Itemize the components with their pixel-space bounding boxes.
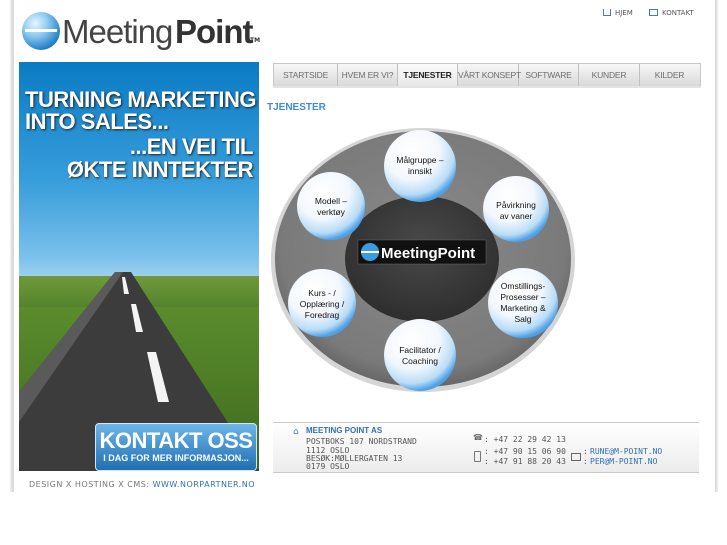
home-link-label: HJEM bbox=[615, 9, 633, 17]
node-omstillings: Omstillings- Prosesser – Marketing & Sal… bbox=[488, 268, 558, 338]
logo-trademark: TM bbox=[250, 37, 261, 44]
home-icon bbox=[603, 8, 611, 16]
phone-number: : +47 22 29 42 13 bbox=[484, 435, 566, 444]
node-pavirkning: Påvirkning av vaner bbox=[483, 176, 549, 242]
address-line1: POSTBOKS 107 NORDSTRAND bbox=[306, 437, 417, 446]
site-logo[interactable]: Meeting Point TM bbox=[22, 12, 262, 52]
company-home-icon: ⌂ bbox=[293, 427, 299, 437]
node-kurs: Kurs - / Opplæring / Foredrag bbox=[288, 269, 356, 337]
nav-shadow bbox=[273, 86, 701, 88]
email-icon bbox=[571, 453, 581, 461]
site-credit: DESIGN X HOSTING X CMS: WWW.NORPARTNER.N… bbox=[29, 480, 255, 489]
tab-hvem-er-vi[interactable]: HVEM ER VI? bbox=[338, 64, 398, 86]
node-malgruppe: Målgruppe – innsikt bbox=[384, 130, 456, 202]
center-logo-text: MeetingPoint bbox=[381, 245, 475, 262]
contact-link-label: KONTAKT bbox=[662, 9, 694, 17]
home-link[interactable]: HJEM bbox=[603, 8, 633, 17]
logo-word-point: Point bbox=[175, 13, 253, 50]
tab-startside[interactable]: STARTSIDE bbox=[274, 64, 338, 86]
mail-icon bbox=[649, 8, 658, 16]
contact-us-button-label: KONTAKT OSS bbox=[99, 428, 253, 453]
svg-text:Facilitator /: Facilitator / bbox=[399, 345, 441, 355]
svg-text:Målgruppe –: Målgruppe – bbox=[396, 155, 444, 165]
mobile-number: : +47 91 88 20 43 bbox=[484, 457, 566, 466]
tab-vart-konsept[interactable]: VÅRT KONSEPT bbox=[458, 64, 521, 86]
node-modell: Modell – verktøy bbox=[297, 172, 365, 240]
svg-text:Modell –: Modell – bbox=[315, 196, 347, 206]
email-per-link[interactable]: PER@M-POINT.NO bbox=[590, 457, 657, 466]
svg-text:innsikt: innsikt bbox=[408, 166, 433, 176]
promo-banner: TURNING MARKETING INTO SALES... ...EN VE… bbox=[19, 62, 259, 471]
banner-headline-bottom: ...EN VEI TIL ØKTE INNTEKTER bbox=[66, 134, 254, 182]
credit-text: DESIGN X HOSTING X CMS: bbox=[29, 480, 150, 489]
svg-text:verktøy: verktøy bbox=[317, 207, 346, 217]
contact-us-button-sublabel: I DAG FOR MER INFORMASJON... bbox=[103, 453, 249, 463]
email-rune-link[interactable]: RUNE@M-POINT.NO bbox=[590, 447, 662, 456]
svg-text:Omstillings-: Omstillings- bbox=[501, 281, 546, 291]
svg-text:Kurs - /: Kurs - / bbox=[308, 288, 336, 298]
svg-text:av vaner: av vaner bbox=[500, 211, 533, 221]
credit-link[interactable]: WWW.NORPARTNER.NO bbox=[153, 480, 255, 489]
contact-us-button[interactable]: KONTAKT OSS I DAG FOR MER INFORMASJON... bbox=[95, 423, 257, 471]
logo-globe-icon bbox=[22, 12, 60, 50]
mobile-icon bbox=[474, 451, 481, 462]
svg-text:Påvirkning: Påvirkning bbox=[496, 200, 536, 210]
banner-headline-top: TURNING MARKETING INTO SALES... bbox=[25, 87, 257, 134]
svg-text:Salg: Salg bbox=[514, 314, 531, 324]
tab-tjenester[interactable]: TJENESTER bbox=[398, 64, 458, 86]
tab-kunder[interactable]: KUNDER bbox=[579, 64, 640, 86]
main-nav: STARTSIDE HVEM ER VI? TJENESTER VÅRT KON… bbox=[273, 63, 701, 87]
node-facilitator: Facilitator / Coaching bbox=[384, 319, 456, 391]
svg-text:Opplæring /: Opplæring / bbox=[300, 299, 345, 309]
banner-headline-line3: ...EN VEI TIL bbox=[129, 134, 254, 159]
svg-text:Coaching: Coaching bbox=[402, 356, 438, 366]
diagram-center-logo: MeetingPoint bbox=[357, 239, 487, 265]
services-diagram: MeetingPoint Målgruppe – innsikt Påvirkn… bbox=[271, 128, 575, 392]
phone-icon: ☎ bbox=[473, 433, 483, 442]
banner-headline-line2: INTO SALES... bbox=[25, 109, 169, 134]
contact-footer: ⌂ MEETING POINT AS POSTBOKS 107 NORDSTRA… bbox=[273, 422, 699, 473]
svg-text:Prosesser –: Prosesser – bbox=[500, 292, 546, 302]
page-title: TJENESTER bbox=[267, 102, 326, 113]
svg-text:Foredrag: Foredrag bbox=[305, 310, 340, 320]
svg-text:Marketing &: Marketing & bbox=[500, 303, 546, 313]
fax-number: : +47 90 15 06 90 bbox=[484, 447, 566, 456]
tab-kilder[interactable]: KILDER bbox=[640, 64, 699, 86]
banner-headline-line4: ØKTE INNTEKTER bbox=[66, 157, 254, 182]
contact-link[interactable]: KONTAKT bbox=[649, 8, 694, 17]
address-line4: 0179 OSLO bbox=[306, 462, 350, 471]
logo-word-meeting: Meeting bbox=[62, 13, 173, 50]
company-name: MEETING POINT AS bbox=[306, 426, 383, 435]
banner-headline-line1: TURNING MARKETING bbox=[25, 87, 257, 112]
tab-software[interactable]: SOFTWARE bbox=[519, 64, 579, 86]
